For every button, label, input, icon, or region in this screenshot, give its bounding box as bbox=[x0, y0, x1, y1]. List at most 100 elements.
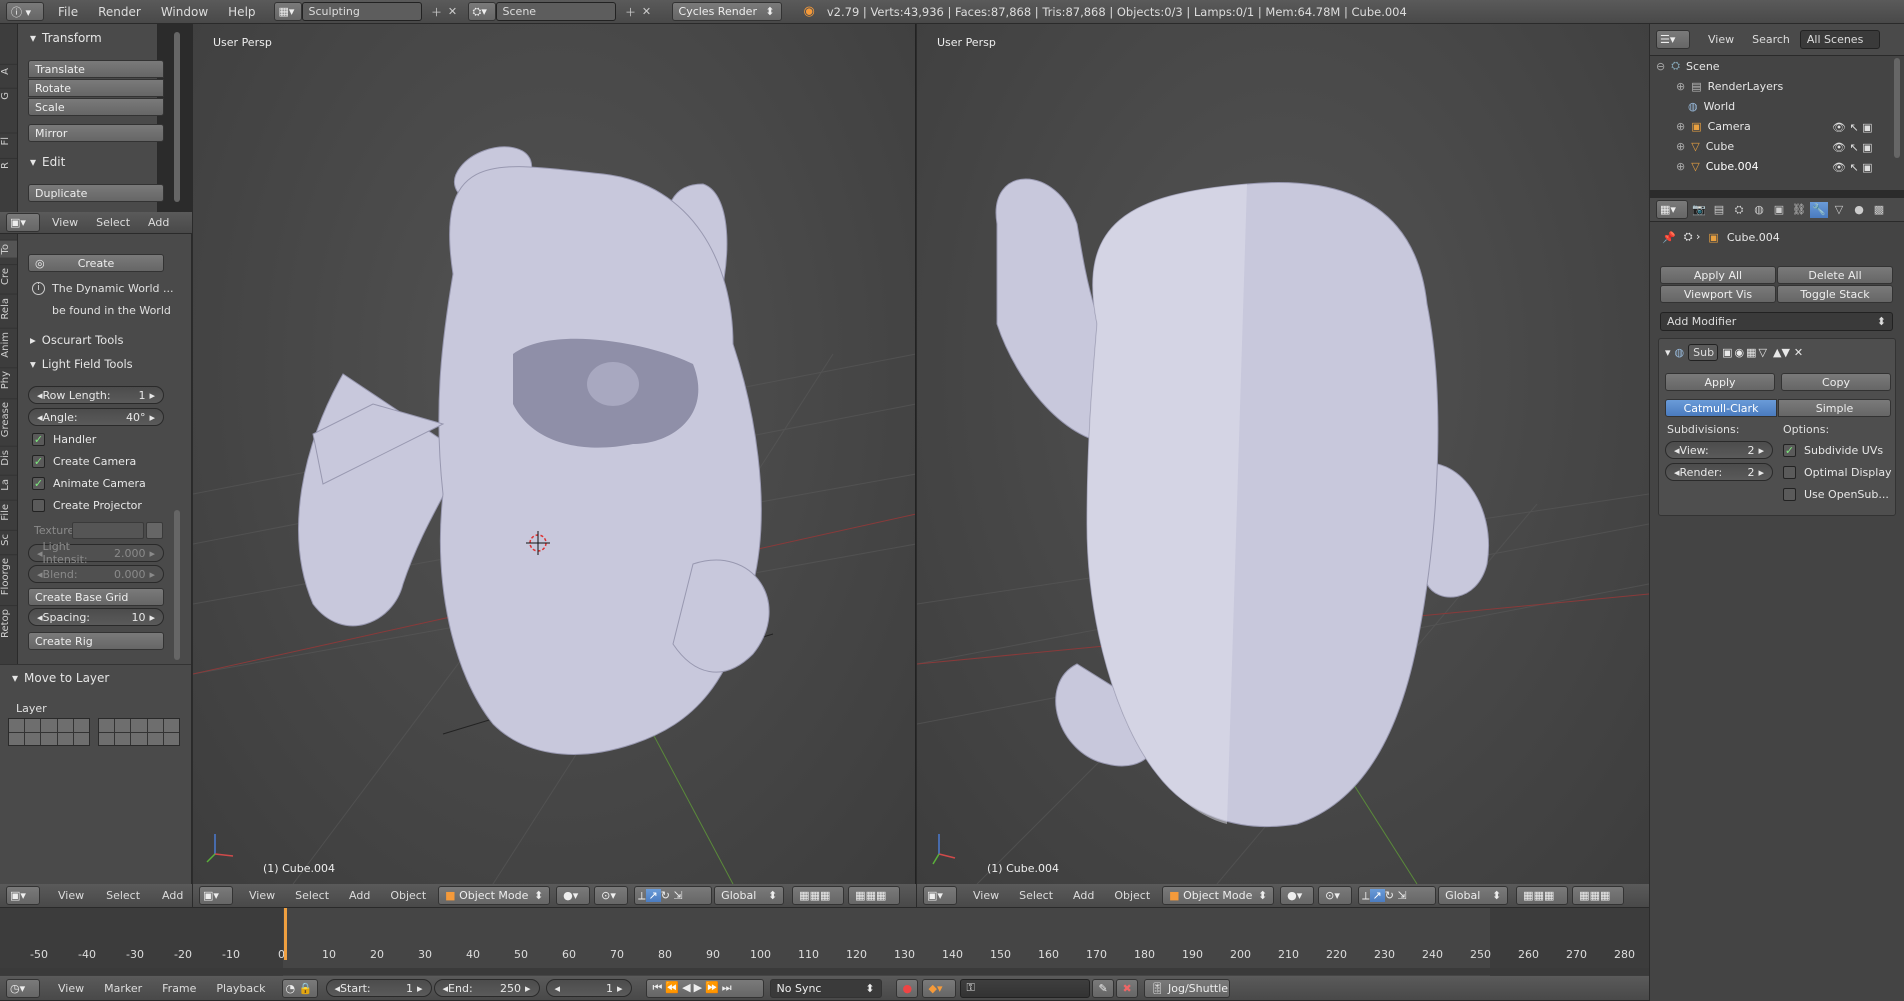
outliner-menu-search[interactable]: Search bbox=[1752, 33, 1790, 46]
timeline-scrollbar[interactable] bbox=[0, 968, 1649, 975]
texture-tab-icon[interactable]: ▩ bbox=[1870, 202, 1888, 218]
optimal-display-checkbox[interactable] bbox=[1783, 465, 1796, 479]
move-to-layer-header[interactable]: ▾ Move to Layer bbox=[12, 668, 109, 688]
outliner-item-scene[interactable]: ⊖ ⛭ Scene bbox=[1656, 58, 1720, 74]
timeline-menu-marker[interactable]: Marker bbox=[104, 982, 142, 995]
viewport-vis-button[interactable]: Viewport Vis bbox=[1660, 285, 1776, 303]
scene-icon-button[interactable]: ⛭▾ bbox=[467, 2, 496, 21]
optimal-display-row[interactable]: Optimal Display bbox=[1783, 463, 1892, 481]
viewport-left-layers[interactable]: ▦▦▦ bbox=[792, 886, 845, 905]
remove-scene-icon[interactable]: ✕ bbox=[638, 4, 656, 20]
current-frame-field[interactable]: ◂ 1 ▸ bbox=[545, 979, 632, 997]
data-tab-icon[interactable]: ▽ bbox=[1830, 202, 1848, 218]
render-engine-select[interactable]: Cycles Render ⬍ bbox=[671, 2, 782, 21]
subdivide-uvs-checkbox[interactable]: ✓ bbox=[1783, 443, 1796, 457]
jog-shuttle-field[interactable]: 🎚 Jog/Shuttle bbox=[1143, 978, 1230, 998]
modifier-name-field[interactable]: Sub bbox=[1688, 343, 1719, 361]
viewport-left-menu-select[interactable]: Select bbox=[295, 889, 329, 902]
keying-set-button[interactable]: ◆▾ bbox=[921, 978, 956, 998]
create-projector-checkbox-row[interactable]: Create Projector bbox=[32, 496, 142, 514]
keying-set-field[interactable]: ⚿ bbox=[959, 978, 1090, 998]
render-levels-field[interactable]: ◂ Render: 2 ▸ bbox=[1665, 463, 1773, 481]
create-button[interactable]: ◎ Create bbox=[28, 254, 164, 272]
record-button[interactable]: ● bbox=[895, 978, 918, 998]
tab-fl[interactable]: Fl bbox=[0, 132, 17, 149]
use-opensubdiv-checkbox[interactable] bbox=[1783, 487, 1796, 501]
viewport-right-menu-select[interactable]: Select bbox=[1019, 889, 1053, 902]
viewport-left-manipulator-button[interactable]: ⟂ ↗ ↻ ⇲ bbox=[634, 886, 713, 905]
viewport-left-menu-view[interactable]: View bbox=[249, 889, 275, 902]
texture-browse-icon[interactable] bbox=[146, 522, 163, 539]
toggle-stack-button[interactable]: Toggle Stack bbox=[1777, 285, 1893, 303]
tab-r[interactable]: R bbox=[0, 158, 17, 173]
timeline-playhead[interactable] bbox=[284, 908, 287, 960]
translate-button[interactable]: Translate bbox=[28, 60, 164, 78]
screen-layout-field[interactable]: Sculpting bbox=[301, 2, 422, 21]
create-projector-checkbox[interactable] bbox=[32, 498, 45, 512]
toolshelf2-editor-type-button[interactable]: ▣▾ bbox=[6, 886, 40, 905]
spacing-field[interactable]: ◂ Spacing: 10 ▸ bbox=[28, 608, 164, 626]
layer-grid-left[interactable] bbox=[8, 718, 90, 746]
add-modifier-select[interactable]: Add Modifier ⬍ bbox=[1660, 312, 1893, 331]
texture-field[interactable] bbox=[72, 522, 144, 539]
delete-keyframe-icon[interactable]: ✖ bbox=[1115, 978, 1138, 998]
angle-field[interactable]: ◂ Angle: 40° ▸ bbox=[28, 408, 164, 426]
sync-select[interactable]: No Sync ⬍ bbox=[769, 978, 882, 998]
viewport-right-mode-select[interactable]: ■ Object Mode ⬍ bbox=[1162, 886, 1275, 905]
subdivide-uvs-row[interactable]: ✓ Subdivide UVs bbox=[1783, 441, 1883, 459]
outliner-scrollbar[interactable] bbox=[1894, 58, 1900, 158]
modifier-display-icons[interactable]: ▣◉▦▽ bbox=[1722, 346, 1769, 359]
object-tab-icon[interactable]: ▣ bbox=[1770, 202, 1788, 218]
outliner-visibility-icons[interactable]: 👁 ↖ ▣ 👁 ↖ ▣ 👁 ↖ ▣ bbox=[1832, 118, 1892, 174]
menu-window[interactable]: Window bbox=[161, 5, 208, 19]
tab-animation[interactable]: Anim bbox=[0, 328, 17, 361]
toolshelf-menu-view[interactable]: View bbox=[52, 216, 78, 229]
viewport-right-layers[interactable]: ▦▦▦ bbox=[1516, 886, 1569, 905]
tab-a[interactable]: A bbox=[0, 64, 17, 78]
catmull-clark-toggle[interactable]: Catmull-Clark bbox=[1665, 399, 1777, 417]
timeline-menu-view[interactable]: View bbox=[58, 982, 84, 995]
tab-sc[interactable]: Sc bbox=[0, 529, 17, 549]
viewport-left-shading-button[interactable]: ●▾ bbox=[556, 886, 591, 905]
blend-field[interactable]: ◂ Blend: 0.000 ▸ bbox=[28, 565, 164, 583]
tab-grease[interactable]: Grease bbox=[0, 398, 17, 441]
edit-panel-header[interactable]: ▾ Edit bbox=[30, 152, 65, 172]
preview-range-button[interactable]: ◔ 🔒 bbox=[281, 978, 318, 998]
viewport-left-orientation-select[interactable]: Global ⬍ bbox=[714, 886, 785, 905]
viewport-right-editor-type-button[interactable]: ▣▾ bbox=[923, 886, 957, 905]
toolshelf2-menu-select[interactable]: Select bbox=[106, 889, 140, 902]
toolshelf2-menu-view[interactable]: View bbox=[58, 889, 84, 902]
outliner-item-world[interactable]: ◍ World bbox=[1688, 98, 1735, 114]
menu-render[interactable]: Render bbox=[98, 5, 141, 19]
lightfield-panel-header[interactable]: ▾ Light Field Tools bbox=[30, 354, 133, 374]
outliner-item-cube004[interactable]: ⊕ ▽ Cube.004 bbox=[1676, 158, 1759, 174]
menu-help[interactable]: Help bbox=[228, 5, 255, 19]
toolshelf2-menu-add[interactable]: Add bbox=[162, 889, 183, 902]
constraints-tab-icon[interactable]: ⛓ bbox=[1790, 202, 1808, 218]
tab-floorge[interactable]: Floorge bbox=[0, 554, 17, 599]
modifiers-tab-icon[interactable]: 🔧 bbox=[1810, 201, 1828, 218]
handler-checkbox-row[interactable]: ✓ Handler bbox=[32, 430, 96, 448]
modifier-copy-button[interactable]: Copy bbox=[1781, 373, 1891, 391]
scale-button[interactable]: Scale bbox=[28, 98, 164, 116]
material-tab-icon[interactable]: ● bbox=[1850, 202, 1868, 218]
tab-la[interactable]: La bbox=[0, 475, 17, 494]
pin-icon[interactable]: 📌 bbox=[1662, 231, 1676, 244]
viewport-right-layers-2[interactable]: ▦▦▦ bbox=[1572, 886, 1625, 905]
viewport-right-orientation-select[interactable]: Global ⬍ bbox=[1438, 886, 1509, 905]
start-frame-field[interactable]: ◂ Start: 1 ▸ bbox=[325, 979, 432, 997]
apply-all-button[interactable]: Apply All bbox=[1660, 266, 1776, 284]
viewport-left-mode-select[interactable]: ■ Object Mode ⬍ bbox=[438, 886, 551, 905]
modifier-remove-icon[interactable]: ✕ bbox=[1794, 346, 1803, 359]
tab-tools[interactable]: To bbox=[0, 240, 17, 258]
duplicate-button[interactable]: Duplicate bbox=[28, 184, 164, 202]
tab-display[interactable]: Dis bbox=[0, 446, 17, 470]
world-tab-icon[interactable]: ◍ bbox=[1750, 202, 1768, 218]
remove-layout-icon[interactable]: ✕ bbox=[444, 4, 462, 20]
use-opensubdiv-row[interactable]: Use OpenSub... bbox=[1783, 485, 1889, 503]
outliner-item-renderlayers[interactable]: ⊕ ▤ RenderLayers bbox=[1676, 78, 1783, 94]
layer-grid-right[interactable] bbox=[98, 718, 180, 746]
viewport-left-menu-add[interactable]: Add bbox=[349, 889, 370, 902]
light-intensity-field[interactable]: ◂ Light Intensit: 2.000 ▸ bbox=[28, 540, 164, 566]
viewport-left-editor-type-button[interactable]: ▣▾ bbox=[199, 886, 233, 905]
